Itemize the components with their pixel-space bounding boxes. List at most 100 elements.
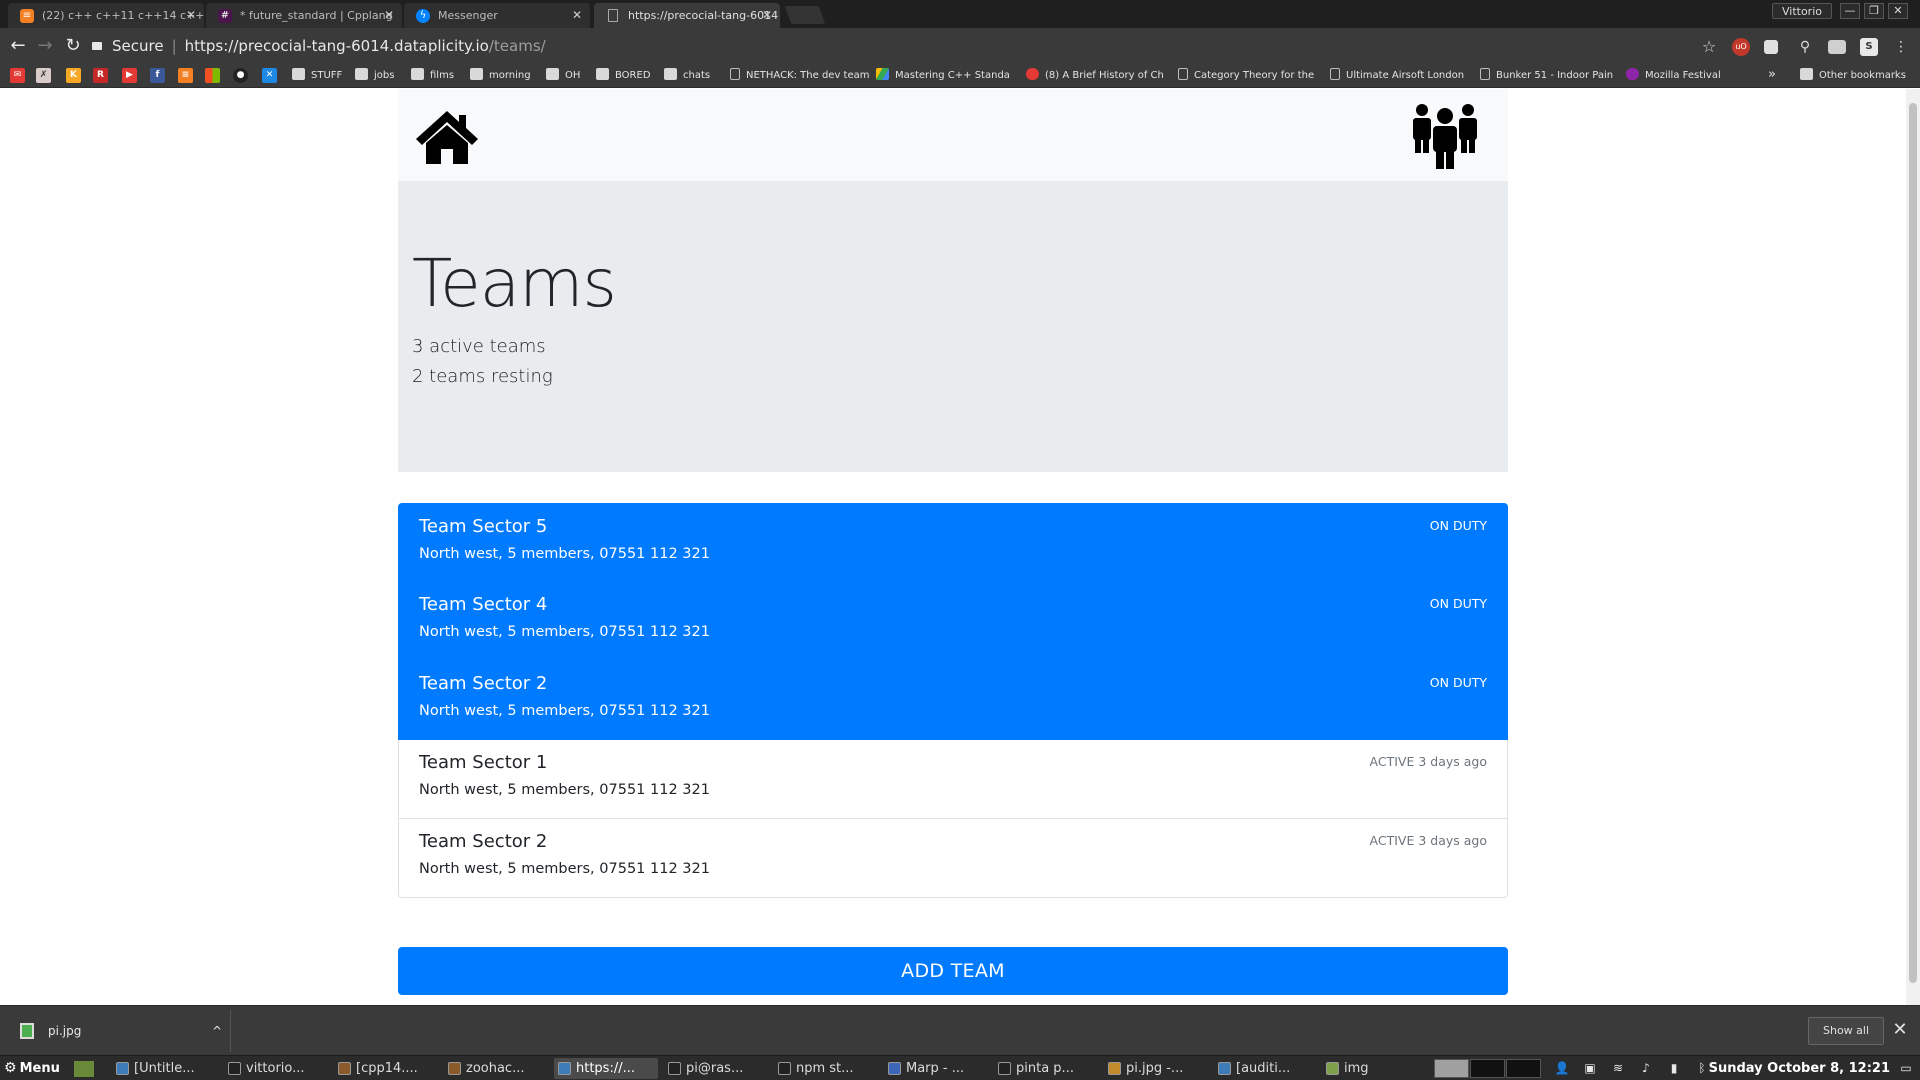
workspace-1[interactable] <box>1434 1059 1469 1078</box>
taskbar-window-button[interactable]: Marp - ... <box>884 1058 988 1079</box>
bookmark-folder[interactable]: BORED <box>596 67 651 85</box>
taskbar-window-button[interactable]: pi.jpg -... <box>1104 1058 1208 1079</box>
bookmark-link[interactable]: Mozilla Festival <box>1626 67 1721 85</box>
other-bookmarks-folder[interactable]: Other bookmarks <box>1800 67 1906 85</box>
taskbar-window-button[interactable]: https://... <box>554 1058 658 1079</box>
forward-icon[interactable]: → <box>35 36 55 56</box>
taskbar-window-button[interactable]: pinta p... <box>994 1058 1098 1079</box>
workspace-2[interactable] <box>1470 1059 1505 1078</box>
stackoverflow-icon[interactable]: ≡ <box>178 68 193 83</box>
youtube-icon[interactable]: ▶ <box>122 68 137 83</box>
taskbar-window-button[interactable]: pi@ras... <box>664 1058 768 1079</box>
bookmark-app-icon[interactable]: ✉ <box>10 68 25 83</box>
minimize-button[interactable]: — <box>1840 3 1860 19</box>
reload-icon[interactable]: ↻ <box>63 36 83 56</box>
close-tab-icon[interactable]: ✕ <box>572 3 582 28</box>
bookmark-folder[interactable]: OH <box>546 67 580 85</box>
bookmark-folder[interactable]: films <box>411 67 454 85</box>
profile-button[interactable]: Vittorio <box>1771 3 1832 19</box>
new-tab-button[interactable] <box>784 6 826 24</box>
page-icon <box>1178 68 1188 80</box>
add-team-button[interactable]: ADD TEAM <box>398 947 1508 995</box>
team-list-item[interactable]: Team Sector 4 North west, 5 members, 0755… <box>398 582 1508 661</box>
bookmarks-overflow-button[interactable]: » <box>1768 66 1776 84</box>
bookmark-label: STUFF <box>311 70 343 81</box>
taskbar-window-button[interactable]: zoohac... <box>444 1058 548 1079</box>
show-desktop-icon[interactable] <box>74 1061 94 1077</box>
microsoft-icon[interactable] <box>205 68 220 83</box>
browser-toolbar: ← → ↻ Secure | https://precocial-tang-6014… <box>0 28 1920 64</box>
close-window-button[interactable]: ✕ <box>1888 3 1908 19</box>
start-menu-button[interactable]: ⚙ Menu <box>4 1059 60 1078</box>
browser-tab[interactable]: ≡ (22) c++ c++11 c++14 c++ ✕ <box>8 3 204 28</box>
team-list-item[interactable]: Team Sector 2 North west, 5 members, 0755… <box>398 661 1508 740</box>
workspace-3[interactable] <box>1506 1059 1541 1078</box>
update-icon[interactable]: ▣ <box>1582 1059 1598 1077</box>
close-tab-icon[interactable]: ✕ <box>186 3 196 28</box>
taskbar-window-button[interactable]: [auditi... <box>1214 1058 1318 1079</box>
team-list-item[interactable]: Team Sector 5 North west, 5 members, 0755… <box>398 503 1508 582</box>
tab-title: https://precocial-tang-6014 <box>628 9 779 22</box>
wifi-icon[interactable]: ≋ <box>1610 1059 1626 1077</box>
scrollbar-thumb[interactable] <box>1909 103 1917 983</box>
app-icon <box>448 1062 461 1075</box>
back-icon[interactable]: ← <box>8 36 28 56</box>
taskbar-window-label: vittorio... <box>246 1061 305 1076</box>
bluetooth-icon[interactable]: ᛒ <box>1694 1059 1710 1077</box>
workspace-switcher[interactable] <box>1434 1059 1544 1078</box>
clock[interactable]: Sunday October 8, 12:21 <box>1709 1059 1890 1078</box>
taskbar-window-button[interactable]: [cpp14.... <box>334 1058 438 1079</box>
facebook-icon[interactable]: f <box>150 68 165 83</box>
taskbar-window-button[interactable]: img <box>1322 1058 1426 1079</box>
bookmark-link[interactable]: Bunker 51 - Indoor Pain <box>1480 67 1613 85</box>
taskbar-window-label: [Untitle... <box>134 1061 195 1076</box>
bookmark-folder[interactable]: STUFF <box>292 67 342 85</box>
extension-icon[interactable] <box>1764 40 1778 54</box>
show-all-downloads-button[interactable]: Show all <box>1808 1017 1884 1045</box>
bookmark-link[interactable]: Ultimate Airsoft London <box>1330 67 1464 85</box>
taskbar-window-button[interactable]: [Untitle... <box>112 1058 216 1079</box>
battery-icon[interactable]: ▮ <box>1666 1059 1682 1077</box>
chevron-up-icon[interactable]: ^ <box>212 1018 222 1044</box>
team-list-item[interactable]: Team Sector 2 North west, 5 members, 0755… <box>398 819 1508 898</box>
browser-tab[interactable]: # * future_standard | Cpplang ✕ <box>206 3 402 28</box>
google-drive-icon <box>876 68 889 80</box>
browser-tab-active[interactable]: https://precocial-tang-6014 ✕ <box>594 3 780 28</box>
page-scrollbar[interactable] <box>1906 89 1920 1005</box>
bookmark-link[interactable]: NETHACK: The dev team <box>730 67 870 85</box>
close-tab-icon[interactable]: ✕ <box>762 3 772 28</box>
volume-icon[interactable]: ♪ <box>1638 1059 1654 1077</box>
restore-button[interactable]: ❐ <box>1864 3 1884 19</box>
bookmark-folder[interactable]: chats <box>664 67 710 85</box>
ublock-icon[interactable]: uO <box>1732 38 1750 56</box>
team-list-item[interactable]: Team Sector 1 North west, 5 members, 0755… <box>398 740 1508 819</box>
taskbar-window-button[interactable]: npm st... <box>774 1058 878 1079</box>
bookmark-link[interactable]: Category Theory for the <box>1178 67 1314 85</box>
search-icon[interactable]: ⚲ <box>1796 38 1814 56</box>
bookmark-link[interactable]: (8) A Brief History of Ch <box>1026 67 1164 85</box>
skype-icon[interactable]: S <box>1860 38 1878 56</box>
menu-kebab-icon[interactable]: ⋮ <box>1892 38 1910 56</box>
bookmark-folder[interactable]: jobs <box>355 67 394 85</box>
github-icon[interactable]: ● <box>233 68 248 83</box>
taskbar-window-label: [auditi... <box>1236 1061 1291 1076</box>
close-tab-icon[interactable]: ✕ <box>384 3 394 28</box>
bookmark-app-icon[interactable]: K <box>66 68 81 83</box>
bookmark-link[interactable]: Mastering C++ Standa <box>876 67 1010 85</box>
bookmark-app-icon[interactable]: ✕ <box>262 68 277 83</box>
team-icon[interactable] <box>1410 101 1480 169</box>
download-item[interactable]: pi.jpg ^ <box>14 1018 226 1044</box>
address-bar[interactable]: Secure | https://precocial-tang-6014.datap… <box>92 34 1752 58</box>
bookmark-app-icon[interactable]: ✗ <box>36 68 51 83</box>
user-icon[interactable]: 👤 <box>1554 1059 1570 1077</box>
browser-tab[interactable]: ϟ Messenger ✕ <box>404 3 590 28</box>
notifications-icon[interactable]: ▭ <box>1898 1059 1914 1077</box>
bookmark-star-icon[interactable]: ☆ <box>1700 38 1718 56</box>
cast-icon[interactable] <box>1828 40 1846 54</box>
bookmark-folder[interactable]: morning <box>470 67 531 85</box>
home-icon[interactable] <box>414 109 480 165</box>
close-icon[interactable]: ✕ <box>1890 1018 1910 1042</box>
bookmark-app-icon[interactable]: R <box>93 68 108 83</box>
taskbar-window-button[interactable]: vittorio... <box>224 1058 328 1079</box>
app-icon <box>228 1062 241 1075</box>
